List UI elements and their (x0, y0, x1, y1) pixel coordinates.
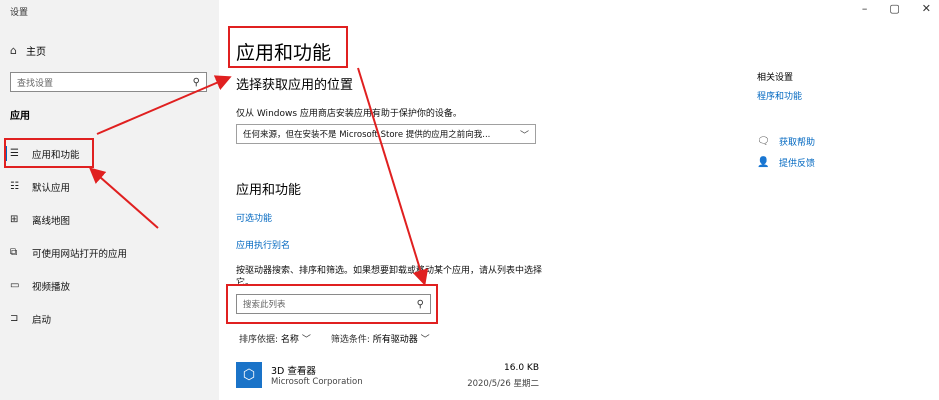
annotation-arrow-to-title (96, 75, 232, 135)
annotation-arrow-to-sidebar (88, 167, 159, 229)
annotation-arrow-to-search (357, 67, 429, 286)
annotation-arrows (88, 67, 429, 286)
